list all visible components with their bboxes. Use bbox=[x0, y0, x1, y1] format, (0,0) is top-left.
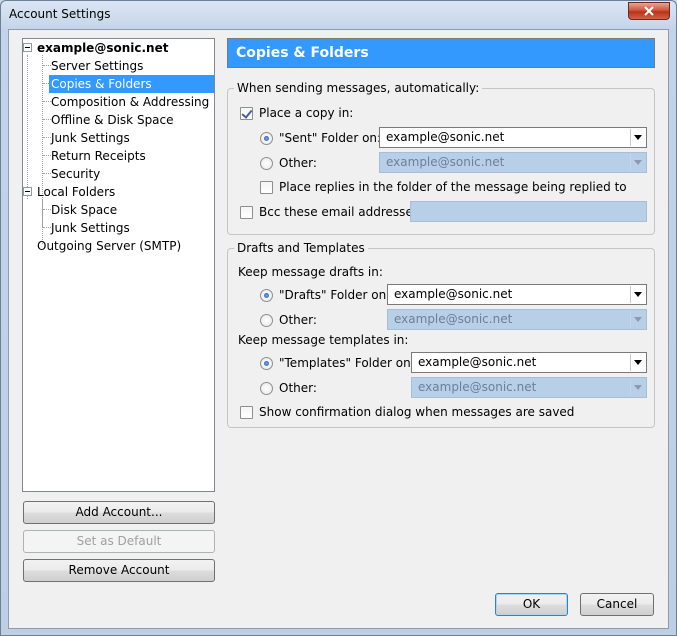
dropdown-arrow-icon[interactable] bbox=[630, 354, 645, 371]
tree-item-label: Return Receipts bbox=[51, 149, 146, 163]
tree-item-label: Composition & Addressing bbox=[51, 95, 210, 109]
other-folder-value: example@sonic.net bbox=[386, 155, 505, 169]
tree-connector bbox=[27, 55, 28, 199]
other-folder-radio[interactable] bbox=[260, 157, 273, 170]
place-replies-checkbox[interactable] bbox=[260, 181, 273, 194]
drafts-other-select[interactable]: example@sonic.net bbox=[387, 309, 647, 330]
tree-item-label: Offline & Disk Space bbox=[51, 113, 174, 127]
collapse-expander-icon[interactable] bbox=[23, 43, 32, 52]
tree-item-label: Security bbox=[51, 167, 101, 181]
templates-folder-value: example@sonic.net bbox=[418, 355, 537, 369]
templates-folder-radio[interactable] bbox=[260, 357, 273, 370]
dropdown-arrow-icon bbox=[630, 154, 645, 171]
tree-item-label: Junk Settings bbox=[51, 221, 130, 235]
close-button[interactable] bbox=[628, 2, 670, 20]
templates-other-value: example@sonic.net bbox=[418, 380, 537, 394]
dropdown-arrow-icon[interactable] bbox=[630, 286, 645, 303]
add-account-button[interactable]: Add Account... bbox=[23, 501, 215, 524]
dropdown-arrow-icon[interactable] bbox=[630, 129, 645, 146]
drafts-other-value: example@sonic.net bbox=[394, 312, 513, 326]
drafts-templates-group: Drafts and Templates Keep message drafts… bbox=[227, 240, 655, 428]
account-settings-window: Account Settings example@sonic.net Serve… bbox=[0, 0, 677, 636]
place-copy-checkbox[interactable] bbox=[240, 107, 253, 120]
tree-item-account[interactable]: example@sonic.net bbox=[35, 39, 170, 57]
tree-item-label: Junk Settings bbox=[51, 131, 130, 145]
drafts-folder-radio[interactable] bbox=[260, 289, 273, 302]
cancel-button[interactable]: Cancel bbox=[580, 593, 654, 616]
tree-item-outgoing-server[interactable]: Outgoing Server (SMTP) bbox=[35, 237, 183, 255]
tree-item-security[interactable]: Security bbox=[49, 165, 102, 183]
tree-item-local-folders[interactable]: Local Folders bbox=[35, 183, 117, 201]
tree-item-label: Disk Space bbox=[51, 203, 118, 217]
bcc-label: Bcc these email addresses: bbox=[259, 205, 424, 219]
tree-item-junk-settings[interactable]: Junk Settings bbox=[49, 129, 132, 147]
sending-group: When sending messages, automatically: Pl… bbox=[227, 80, 655, 235]
collapse-expander-icon[interactable] bbox=[23, 187, 32, 196]
keep-drafts-label: Keep message drafts in: bbox=[238, 265, 383, 279]
tree-item-local-junk-settings[interactable]: Junk Settings bbox=[49, 219, 132, 237]
tree-item-label: Copies & Folders bbox=[49, 75, 214, 93]
title-bar[interactable]: Account Settings bbox=[1, 1, 676, 29]
sending-group-legend: When sending messages, automatically: bbox=[234, 80, 483, 96]
templates-other-label: Other: bbox=[279, 381, 317, 395]
keep-templates-label: Keep message templates in: bbox=[238, 333, 409, 347]
window-title: Account Settings bbox=[9, 7, 111, 21]
drafts-folder-select[interactable]: example@sonic.net bbox=[387, 284, 647, 305]
bcc-checkbox[interactable] bbox=[240, 206, 253, 219]
tree-item-composition-addressing[interactable]: Composition & Addressing bbox=[49, 93, 211, 111]
tree-item-offline-disk-space[interactable]: Offline & Disk Space bbox=[49, 111, 176, 129]
sent-folder-value: example@sonic.net bbox=[386, 130, 505, 144]
tree-item-label: Local Folders bbox=[37, 185, 116, 199]
place-replies-label: Place replies in the folder of the messa… bbox=[279, 180, 627, 194]
place-copy-label: Place a copy in: bbox=[259, 106, 354, 120]
ok-button[interactable]: OK bbox=[495, 593, 568, 616]
show-confirmation-checkbox[interactable] bbox=[240, 406, 253, 419]
bcc-input[interactable] bbox=[410, 201, 647, 222]
tree-item-copies-folders[interactable]: Copies & Folders bbox=[49, 75, 214, 93]
other-folder-select[interactable]: example@sonic.net bbox=[379, 152, 647, 173]
drafts-group-legend: Drafts and Templates bbox=[234, 240, 368, 256]
set-as-default-button[interactable]: Set as Default bbox=[23, 530, 215, 553]
drafts-folder-label: "Drafts" Folder on: bbox=[279, 288, 391, 302]
tree-connector bbox=[42, 199, 43, 227]
account-tree[interactable]: example@sonic.net Server Settings Copies… bbox=[22, 38, 215, 492]
templates-other-radio[interactable] bbox=[260, 382, 273, 395]
other-folder-label: Other: bbox=[279, 156, 317, 170]
drafts-other-label: Other: bbox=[279, 313, 317, 327]
dialog-client-area: example@sonic.net Server Settings Copies… bbox=[8, 29, 669, 629]
tree-item-label: Outgoing Server (SMTP) bbox=[37, 239, 182, 253]
dropdown-arrow-icon bbox=[630, 311, 645, 328]
templates-folder-label: "Templates" Folder on: bbox=[279, 356, 415, 370]
show-confirmation-label: Show confirmation dialog when messages a… bbox=[259, 405, 575, 419]
templates-folder-select[interactable]: example@sonic.net bbox=[411, 352, 647, 373]
templates-other-select[interactable]: example@sonic.net bbox=[411, 377, 647, 398]
sent-folder-label: "Sent" Folder on: bbox=[279, 131, 382, 145]
remove-account-button[interactable]: Remove Account bbox=[23, 559, 215, 582]
page-title: Copies & Folders bbox=[227, 38, 655, 68]
tree-item-label: Server Settings bbox=[51, 59, 144, 73]
sent-folder-select[interactable]: example@sonic.net bbox=[379, 127, 647, 148]
sent-folder-radio[interactable] bbox=[260, 132, 273, 145]
tree-item-server-settings[interactable]: Server Settings bbox=[49, 57, 145, 75]
dropdown-arrow-icon bbox=[630, 379, 645, 396]
close-icon bbox=[644, 6, 654, 16]
tree-item-return-receipts[interactable]: Return Receipts bbox=[49, 147, 148, 165]
tree-item-label: example@sonic.net bbox=[37, 41, 169, 55]
tree-item-disk-space[interactable]: Disk Space bbox=[49, 201, 119, 219]
drafts-other-radio[interactable] bbox=[260, 314, 273, 327]
drafts-folder-value: example@sonic.net bbox=[394, 287, 513, 301]
